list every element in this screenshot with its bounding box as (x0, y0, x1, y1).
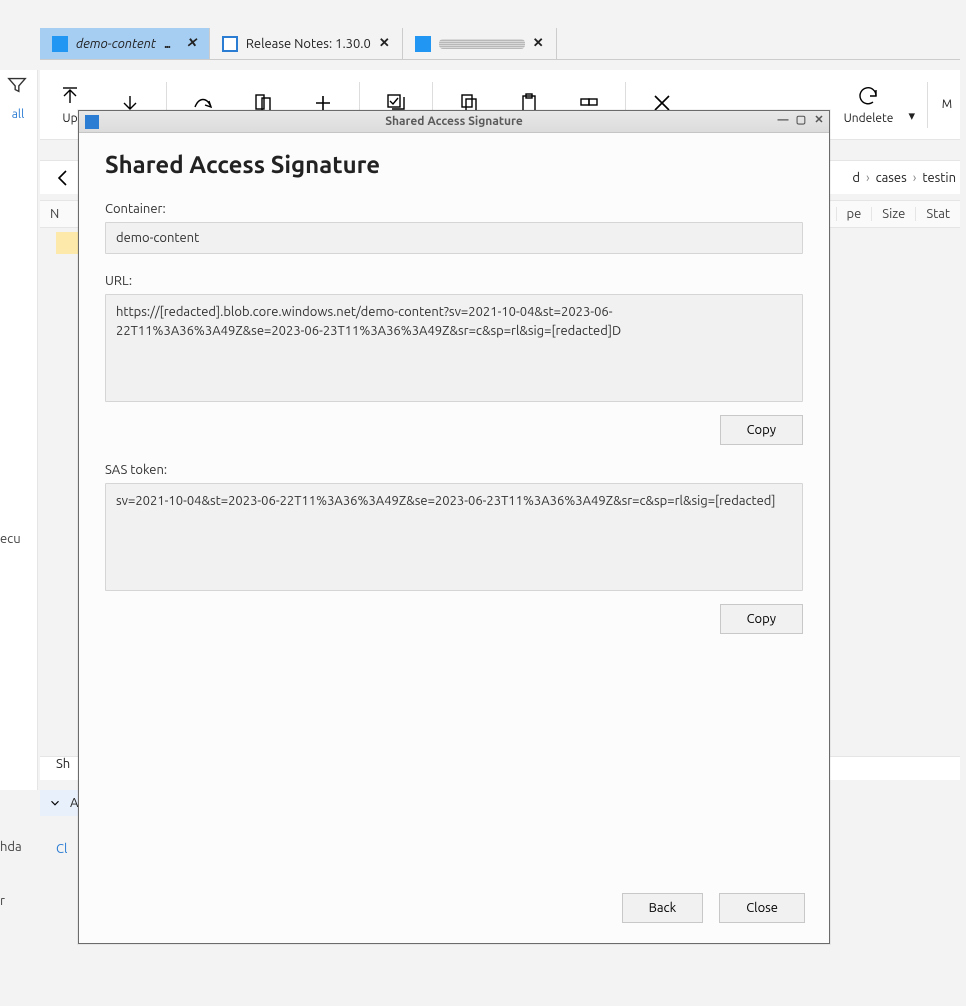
more-label: M (942, 98, 952, 111)
tab-release-notes[interactable]: Release Notes: 1.30.0 ✕ (210, 28, 403, 59)
tab-label: demo-content (76, 37, 156, 51)
dropdown-caret-icon[interactable]: ▾ (908, 85, 921, 124)
crumb-partial[interactable]: d (852, 171, 860, 185)
container-label: Container: (105, 202, 803, 216)
side-label-r: r (0, 894, 5, 908)
window-close-icon[interactable]: ✕ (813, 114, 825, 126)
clear-activities-link[interactable]: Cl (56, 842, 67, 856)
container-icon (415, 36, 431, 52)
tab-label: Release Notes: 1.30.0 (246, 37, 371, 51)
undelete-button[interactable]: Undelete (828, 84, 908, 125)
tab-unknown[interactable]: ✕ (403, 28, 557, 59)
window-minimize-icon[interactable]: — (777, 114, 789, 126)
chevron-right-icon: › (913, 171, 917, 185)
sas-dialog: Shared Access Signature — ▢ ✕ Shared Acc… (78, 110, 830, 944)
back-button[interactable]: Back (622, 893, 704, 923)
column-type[interactable]: pe (836, 207, 872, 221)
container-icon (52, 36, 68, 52)
filter-icon[interactable] (6, 74, 28, 96)
toolbar-separator (927, 82, 928, 128)
sas-token-field[interactable] (105, 483, 803, 591)
dialog-content: Shared Access Signature Container: URL: … (79, 133, 829, 670)
copy-url-button[interactable]: Copy (720, 415, 803, 445)
release-notes-icon (222, 36, 238, 52)
dialog-window-title: Shared Access Signature (79, 115, 829, 128)
tab-bar: demo-content ✕ Release Notes: 1.30.0 ✕ ✕ (40, 28, 960, 60)
dialog-heading: Shared Access Signature (105, 151, 803, 178)
close-button[interactable]: Close (719, 893, 805, 923)
more-button[interactable]: M (934, 98, 960, 111)
side-label-ecu: ecu (0, 532, 21, 546)
left-gutter: all (0, 70, 38, 790)
url-label: URL: (105, 274, 803, 288)
dirty-indicator-icon (164, 39, 178, 49)
crumb-cases[interactable]: cases (876, 171, 907, 185)
tab-close-icon[interactable]: ✕ (186, 36, 197, 51)
dialog-titlebar[interactable]: Shared Access Signature — ▢ ✕ (79, 111, 829, 133)
dialog-footer: Back Close (79, 877, 829, 943)
tab-demo-content[interactable]: demo-content ✕ (40, 28, 210, 59)
back-button[interactable] (52, 166, 76, 190)
breadcrumb: d › cases › testin (852, 171, 960, 185)
column-name[interactable]: N (40, 207, 69, 221)
column-status[interactable]: Stat (915, 207, 960, 221)
url-field[interactable] (105, 294, 803, 402)
tab-close-icon[interactable]: ✕ (533, 36, 544, 51)
crumb-testin[interactable]: testin (922, 171, 956, 185)
clear-all-link-partial[interactable]: all (0, 108, 38, 121)
tab-close-icon[interactable]: ✕ (379, 36, 390, 51)
sas-token-label: SAS token: (105, 463, 803, 477)
column-size[interactable]: Size (871, 207, 915, 221)
chevron-down-icon (48, 796, 62, 810)
window-maximize-icon[interactable]: ▢ (795, 114, 807, 126)
upload-label: Up (62, 112, 77, 125)
container-field[interactable] (105, 222, 803, 254)
chevron-right-icon: › (866, 171, 870, 185)
selected-row-indicator (56, 232, 80, 254)
copy-sas-button[interactable]: Copy (720, 604, 803, 634)
status-text: Sh (40, 757, 70, 771)
undelete-label: Undelete (844, 112, 894, 125)
side-label-hda: hda (0, 840, 22, 854)
redacted-label (439, 39, 525, 49)
